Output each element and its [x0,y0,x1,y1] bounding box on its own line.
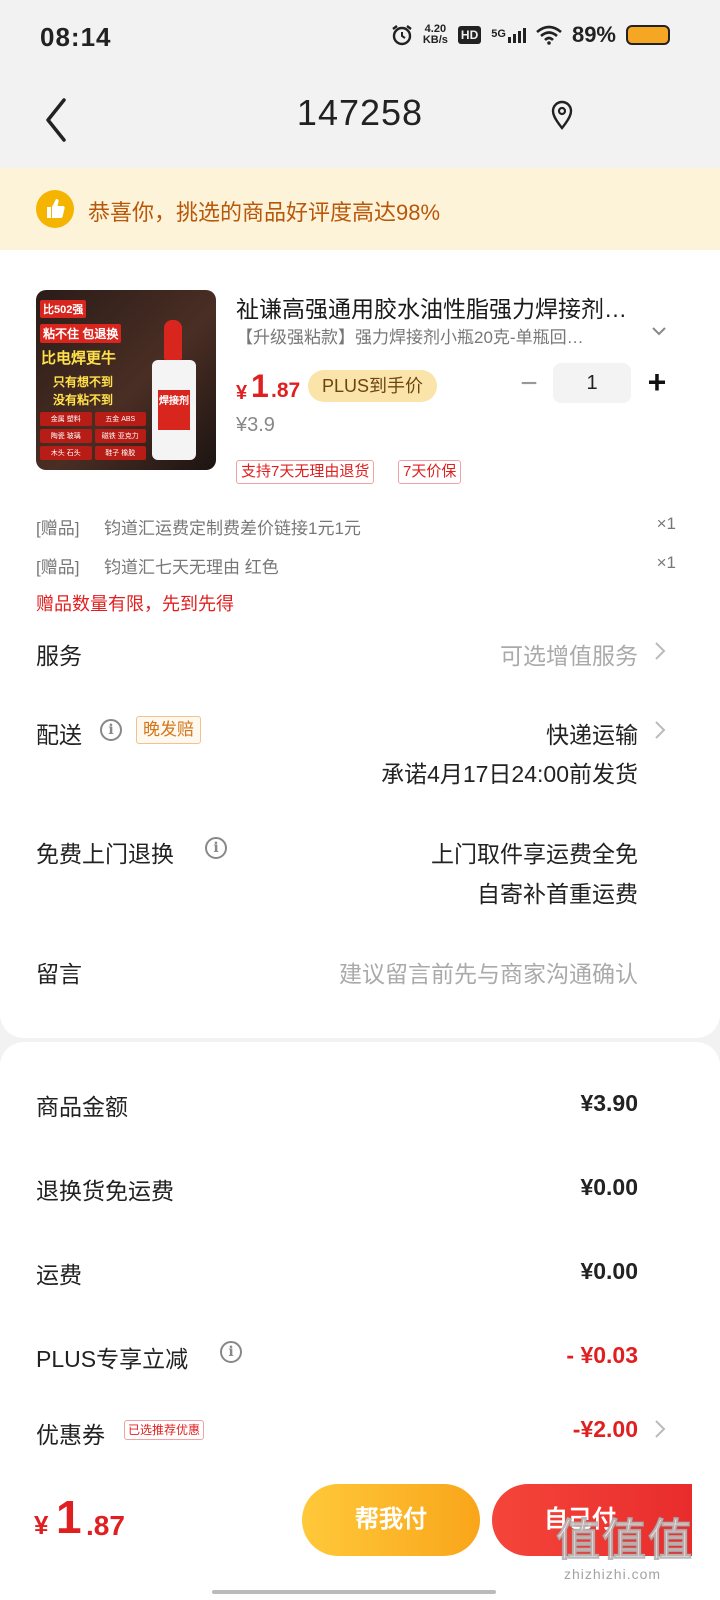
image-material-grid: 金属 塑料 五金 ABS 陶瓷 玻璃 磁铁 亚克力 木头 石头 鞋子 橡胶 [40,412,146,460]
return-policy-tag: 支持7天无理由退货 [236,460,375,484]
message-label: 留言 [36,961,82,987]
pay-myself-button[interactable]: 自己付 [492,1484,692,1556]
service-value[interactable]: 可选增值服务 [500,637,638,671]
order-card: 比502强 粘不住 包退换 比电焊更牛 只有想不到 没有粘不到 焊接剂 金属 塑… [0,250,720,1038]
goods-amount-value: ¥3.90 [580,1090,638,1116]
price-protect-tag: 7天价保 [398,460,462,484]
home-indicator[interactable] [212,1590,496,1594]
nav-bar: 147258 [0,76,720,168]
status-time: 08:14 [40,22,112,52]
chevron-right-icon[interactable] [653,1418,667,1440]
product-title[interactable]: 祉谦高强通用胶水油性脂强力焊接剂… [236,290,676,324]
banner-text: 恭喜你，挑选的商品好评度高达98% [88,200,441,225]
checkout-bar: ¥ 1 .87 帮我付 自己付 [0,1470,720,1600]
shipping-value: ¥0.00 [580,1258,638,1284]
info-icon[interactable]: i [100,719,122,741]
alarm-icon [392,25,412,46]
rating-banner: 恭喜你，挑选的商品好评度高达98% [0,168,720,250]
price-integer: 1 [251,368,269,404]
return-shipping-value: ¥0.00 [580,1174,638,1200]
gift-note: 赠品数量有限，先到先得 [36,594,234,614]
info-icon[interactable]: i [205,837,227,859]
status-bar: 08:14 4.20 KB/s HD 5G 89% [0,0,720,76]
battery-percent: 89% [571,22,616,47]
battery-icon [626,25,670,45]
hd-icon: HD [457,26,482,44]
original-price: ¥3.9 [236,414,275,436]
total-currency: ¥ [34,1510,49,1540]
plus-price-badge: PLUS到手价 [308,370,438,402]
plus-discount-label: PLUS专享立减 [36,1346,189,1372]
image-text-line3: 只有想不到 [53,375,114,389]
quantity-decrease-button[interactable]: − [514,369,544,400]
gift-text: 钧道汇运费定制费差价链接1元1元 [104,519,361,538]
chevron-down-icon[interactable] [650,322,668,340]
goods-amount-label: 商品金额 [36,1094,128,1120]
price-summary-card: 商品金额 ¥3.90 退换货免运费 ¥0.00 运费 ¥0.00 PLUS专享立… [0,1042,720,1482]
image-text-top: 比502强 [40,300,87,318]
status-icons: 4.20 KB/s HD 5G 89% [391,22,670,48]
image-text-line1: 粘不住 包退换 [40,324,122,343]
plus-discount-value: - ¥0.03 [566,1342,638,1368]
price-currency: ¥ [236,382,248,404]
free-return-label: 免费上门退换 [36,841,174,867]
glue-bottle-image: 焊接剂 [148,320,198,462]
price-decimal: .87 [271,379,301,402]
shipping-label: 运费 [36,1262,82,1288]
gift-text: 钧道汇七天无理由 红色 [104,558,279,577]
coupon-hint-badge: 已选推荐优惠 [124,1420,205,1440]
location-pin-icon[interactable] [550,100,574,130]
service-label: 服务 [36,643,82,669]
gift-qty: ×1 [656,553,676,572]
product-spec[interactable]: 【升级强粘款】强力焊接剂小瓶20克-单瓶回… [236,323,626,348]
total-integer: 1 [56,1491,82,1543]
total-decimal: .87 [86,1510,125,1541]
gift-label: [赠品] [36,519,80,538]
delivery-method[interactable]: 快递运输 [546,716,638,750]
delivery-label: 配送 [36,722,82,748]
image-text-line2: 比电焊更牛 [41,350,117,367]
self-send-value: 自寄补首重运费 [477,881,638,907]
quantity-input[interactable]: 1 [553,363,631,403]
coupon-value[interactable]: -¥2.00 [573,1416,638,1443]
chevron-right-icon[interactable] [653,719,667,741]
network-speed: 4.20 KB/s [422,23,448,46]
quantity-increase-button[interactable]: + [642,366,672,400]
info-icon[interactable]: i [220,1341,242,1363]
gift-qty: ×1 [656,514,676,533]
image-text-line4: 没有粘不到 [53,393,114,407]
free-return-value: 上门取件享运费全免 [431,841,638,867]
wifi-icon [536,25,562,45]
chevron-right-icon[interactable] [653,640,667,662]
return-shipping-label: 退换货免运费 [36,1178,174,1204]
gift-label: [赠品] [36,558,80,577]
help-me-pay-button[interactable]: 帮我付 [302,1484,480,1556]
coupon-label: 优惠券 [36,1422,105,1448]
late-compensation-badge: 晚发赔 [136,716,201,744]
product-image[interactable]: 比502强 粘不住 包退换 比电焊更牛 只有想不到 没有粘不到 焊接剂 金属 塑… [36,290,216,470]
signal-icon: 5G [491,27,526,43]
page-title: 147258 [296,92,424,133]
message-input[interactable]: 建议留言前先与商家沟通确认 [339,955,638,989]
delivery-promise: 承诺4月17日24:00前发货 [381,761,638,787]
thumbs-up-icon [36,190,74,228]
